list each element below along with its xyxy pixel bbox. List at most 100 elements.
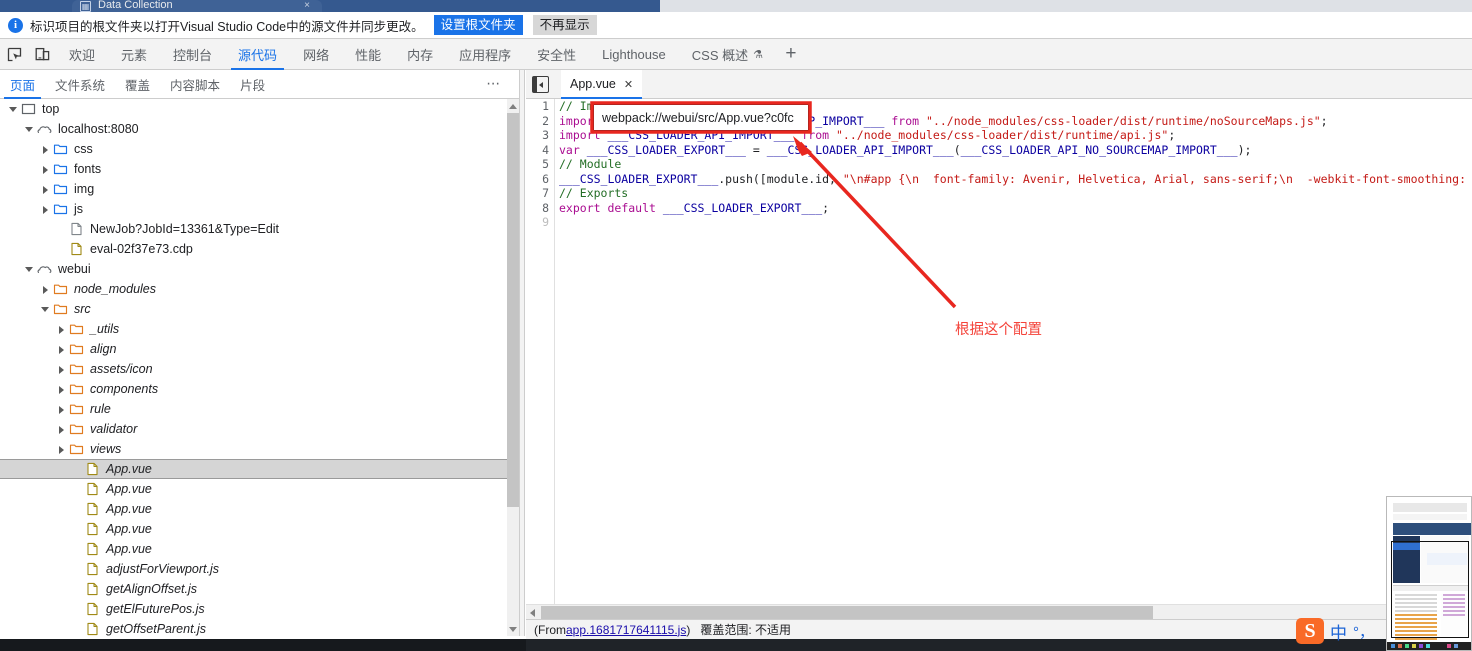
- devtools-tab-8[interactable]: 安全性: [524, 39, 589, 70]
- tree-item-newjob-jobid-13361-type-edit[interactable]: NewJob?JobId=13361&Type=Edit: [0, 219, 519, 239]
- code-token: export: [559, 200, 601, 215]
- scrollbar-thumb[interactable]: [541, 606, 1153, 619]
- chevron-down-icon[interactable]: [8, 104, 19, 115]
- twisty-placeholder: [56, 244, 67, 255]
- dont-show-again-button[interactable]: 不再显示: [532, 15, 597, 35]
- tree-item-assets-icon[interactable]: assets/icon: [0, 359, 519, 379]
- tree-item-components[interactable]: components: [0, 379, 519, 399]
- devtools-tab-7[interactable]: 应用程序: [446, 39, 524, 70]
- tree-item-app-vue[interactable]: App.vue: [0, 459, 519, 479]
- chevron-down-icon[interactable]: [40, 304, 51, 315]
- tree-item-src[interactable]: src: [0, 299, 519, 319]
- sogou-logo-icon[interactable]: S: [1296, 618, 1324, 644]
- navigator-tab-3[interactable]: 内容脚本: [160, 70, 230, 99]
- tree-item-getoffsetparent-js[interactable]: getOffsetParent.js: [0, 619, 519, 636]
- thumb-app-navbar: [1393, 523, 1471, 535]
- show-navigator-icon[interactable]: [532, 75, 549, 93]
- ime-mode-label[interactable]: 中: [1330, 619, 1347, 644]
- tree-item-align[interactable]: align: [0, 339, 519, 359]
- navigator-tab-4[interactable]: 片段: [230, 70, 275, 99]
- add-panel-button[interactable]: +: [776, 39, 806, 70]
- navigator-vertical-scrollbar[interactable]: [507, 99, 519, 636]
- tree-item-views[interactable]: views: [0, 439, 519, 459]
- navigator-tab-label: 文件系统: [55, 78, 106, 93]
- tree-item-app-vue[interactable]: App.vue: [0, 479, 519, 499]
- tree-item-getalignoffset-js[interactable]: getAlignOffset.js: [0, 579, 519, 599]
- source-code-editor[interactable]: 123456789 // Importsimport ___CSS_LOADER…: [526, 99, 1472, 604]
- chevron-right-icon[interactable]: [56, 444, 67, 455]
- scroll-left-icon[interactable]: [526, 605, 540, 620]
- navigator-tab-1[interactable]: 文件系统: [45, 70, 115, 99]
- chevron-right-icon[interactable]: [56, 424, 67, 435]
- device-toolbar-icon[interactable]: [28, 40, 56, 68]
- devtools-tab-3[interactable]: 源代码: [225, 39, 290, 70]
- navigator-tab-label: 页面: [10, 78, 36, 93]
- panel-splitter[interactable]: [519, 70, 525, 636]
- chevron-right-icon[interactable]: [40, 204, 51, 215]
- editor-tab-app-vue[interactable]: App.vue ✕: [561, 69, 643, 99]
- screenshot-thumbnail-overlay[interactable]: [1386, 496, 1472, 651]
- devtools-tab-5[interactable]: 性能: [342, 39, 394, 70]
- navigator-more-button[interactable]: ⋯: [483, 74, 505, 94]
- tree-item-app-vue[interactable]: App.vue: [0, 499, 519, 519]
- tree-item-top[interactable]: top: [0, 99, 519, 119]
- code-line[interactable]: ___CSS_LOADER_EXPORT___.push([module.id,…: [559, 172, 1472, 187]
- devtools-tab-0[interactable]: 欢迎: [56, 39, 108, 70]
- chevron-right-icon[interactable]: [40, 164, 51, 175]
- devtools-tab-6[interactable]: 内存: [394, 39, 446, 70]
- code-line[interactable]: export default ___CSS_LOADER_EXPORT___;: [559, 201, 1472, 216]
- tree-item-css[interactable]: css: [0, 139, 519, 159]
- folder-orange-icon: [69, 442, 85, 456]
- devtools-tab-10[interactable]: CSS 概述 ⚗: [679, 39, 776, 70]
- scroll-up-icon[interactable]: [507, 99, 519, 112]
- devtools-tab-1[interactable]: 元素: [108, 39, 160, 70]
- chevron-right-icon[interactable]: [56, 404, 67, 415]
- source-file-link[interactable]: app.1681717641115.js: [566, 623, 686, 637]
- tree-item-fonts[interactable]: fonts: [0, 159, 519, 179]
- set-root-folder-button[interactable]: 设置根文件夹: [433, 15, 523, 35]
- inspect-element-icon[interactable]: [0, 40, 28, 68]
- tree-item-getelfuturepos-js[interactable]: getElFuturePos.js: [0, 599, 519, 619]
- chevron-right-icon[interactable]: [40, 284, 51, 295]
- file-navigator-tree[interactable]: top localhost:8080 css fonts img js NewJob?Job…: [0, 99, 519, 636]
- chevron-down-icon[interactable]: [24, 124, 35, 135]
- tree-item-webui[interactable]: webui: [0, 259, 519, 279]
- close-icon[interactable]: ×: [304, 0, 310, 11]
- chevron-right-icon[interactable]: [56, 364, 67, 375]
- annotation-text: 根据这个配置: [955, 322, 1042, 338]
- tree-item--utils[interactable]: _utils: [0, 319, 519, 339]
- code-line[interactable]: var ___CSS_LOADER_EXPORT___ = ___CSS_LOA…: [559, 143, 1472, 158]
- navigator-tab-2[interactable]: 覆盖: [115, 70, 160, 99]
- tree-item-node-modules[interactable]: node_modules: [0, 279, 519, 299]
- browser-tab[interactable]: ▦ Data Collection ×: [72, 0, 322, 12]
- devtools-tab-4[interactable]: 网络: [290, 39, 342, 70]
- scroll-down-icon[interactable]: [507, 623, 519, 636]
- devtools-tab-2[interactable]: 控制台: [160, 39, 225, 70]
- tree-item-label: NewJob?JobId=13361&Type=Edit: [90, 222, 280, 236]
- code-line[interactable]: // Exports: [559, 186, 1472, 201]
- code-line[interactable]: [559, 215, 1472, 230]
- scrollbar-thumb[interactable]: [507, 113, 519, 507]
- tree-item-app-vue[interactable]: App.vue: [0, 539, 519, 559]
- devtools-tab-9[interactable]: Lighthouse: [589, 39, 679, 70]
- tree-item-eval-02f37e73-cdp[interactable]: eval-02f37e73.cdp: [0, 239, 519, 259]
- tree-item-rule[interactable]: rule: [0, 399, 519, 419]
- tree-item-validator[interactable]: validator: [0, 419, 519, 439]
- navigator-tab-0[interactable]: 页面: [0, 70, 45, 99]
- tree-item-adjustforviewport-js[interactable]: adjustForViewport.js: [0, 559, 519, 579]
- tree-item-js[interactable]: js: [0, 199, 519, 219]
- ime-indicator[interactable]: S 中 °，: [1296, 617, 1374, 645]
- ime-punctuation-icon[interactable]: °，: [1353, 621, 1374, 642]
- chevron-right-icon[interactable]: [40, 144, 51, 155]
- close-icon[interactable]: ✕: [624, 78, 633, 91]
- chevron-right-icon[interactable]: [56, 344, 67, 355]
- chevron-right-icon[interactable]: [56, 324, 67, 335]
- chevron-right-icon[interactable]: [56, 384, 67, 395]
- tree-item-img[interactable]: img: [0, 179, 519, 199]
- chevron-down-icon[interactable]: [24, 264, 35, 275]
- chevron-right-icon[interactable]: [40, 184, 51, 195]
- tree-item-app-vue[interactable]: App.vue: [0, 519, 519, 539]
- code-line[interactable]: // Module: [559, 157, 1472, 172]
- tree-item-localhost-8080[interactable]: localhost:8080: [0, 119, 519, 139]
- tree-item-label: webui: [58, 262, 91, 276]
